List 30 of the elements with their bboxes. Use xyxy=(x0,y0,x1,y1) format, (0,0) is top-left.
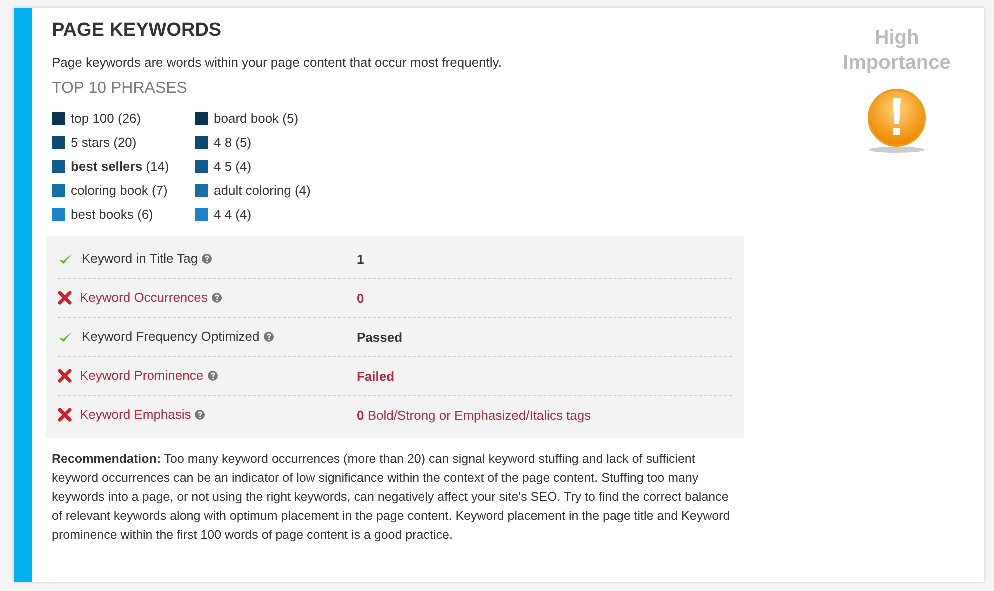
phrase-label: coloring book (7) xyxy=(71,182,168,198)
check-label: Keyword Emphasis xyxy=(80,407,192,422)
check-label: Keyword Occurrences xyxy=(80,290,208,305)
section-title: PAGE KEYWORDS xyxy=(52,20,223,42)
phrases-heading: TOP 10 PHRASES xyxy=(52,80,188,98)
phrase-label: 5 stars (20) xyxy=(71,134,137,150)
check-value: Passed xyxy=(357,330,403,344)
help-icon[interactable] xyxy=(212,292,222,303)
phrase-label: adult coloring (4) xyxy=(214,182,311,198)
phrase-label: 4 8 (5) xyxy=(214,134,252,150)
check-value: Failed xyxy=(357,368,395,384)
phrase-label: best sellers (14) xyxy=(71,158,170,174)
check-label: Keyword Prominence xyxy=(80,368,204,383)
description: Page keywords are words within your page content that occur most frequently. xyxy=(52,55,503,70)
check-value: 0 Bold/Strong or Emphasized/Italics tags xyxy=(357,408,592,422)
phrase-label: board book (5) xyxy=(214,110,299,126)
phrase-label: top 100 (26) xyxy=(71,110,142,126)
phrase-label: best books (6) xyxy=(71,206,154,222)
importance-label: High Importance xyxy=(842,26,952,76)
phrase-label: 4 5 (4) xyxy=(214,158,252,174)
help-icon[interactable] xyxy=(202,254,212,264)
help-icon[interactable] xyxy=(264,332,274,342)
check-value: 0 xyxy=(357,290,364,306)
recommendation-text: Recommendation: Too many keyword occurrences (more than 20) can signal keyword stuffing and lack of sufficient keyword occurrences can be an indicator of low significance within the context of the page content. Stuffing too many keywords into a page, or not using the right keywords, can negatively affect your site's SEO. Try to find the correct balance of relevant keywords along with optimum placement in the page content. Keyword placement in the page title and Keyword prominence within the first 100 words of page content is a good practice. xyxy=(52,451,732,544)
check-label: Keyword Frequency Optimized xyxy=(82,329,260,344)
help-icon[interactable] xyxy=(195,410,206,420)
check-value: 1 xyxy=(357,252,364,266)
phrase-label: 4 4 (4) xyxy=(214,206,252,222)
help-icon[interactable] xyxy=(208,370,218,381)
check-label: Keyword in Title Tag xyxy=(82,251,198,266)
